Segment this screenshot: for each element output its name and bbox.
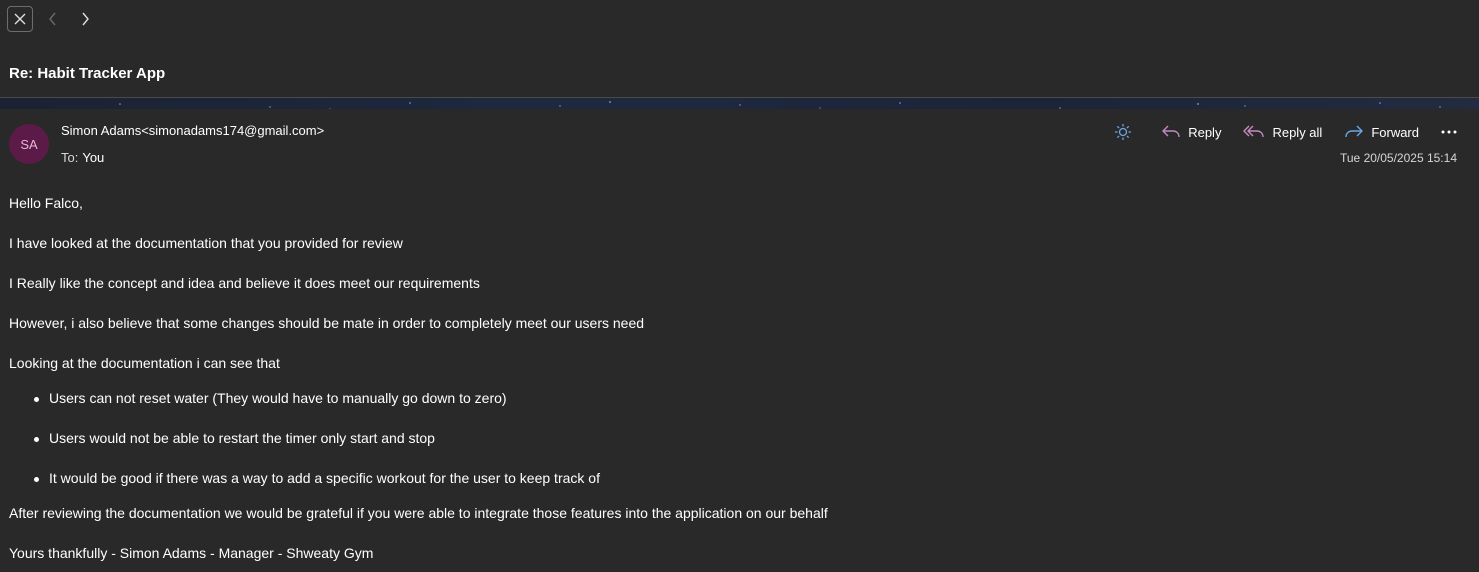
reply-all-label: Reply all [1272,124,1323,140]
forward-button[interactable]: Forward [1344,124,1419,140]
header-banner [0,97,1479,109]
forward-icon [1345,125,1364,138]
more-icon [1441,130,1457,134]
recipient-you[interactable]: You [82,150,104,165]
paragraph-2: I Really like the concept and idea and b… [9,275,480,291]
previous-message-button[interactable] [40,6,66,32]
list-item: It would be good if there was a way to a… [34,470,600,486]
signoff: Yours thankfully - Simon Adams - Manager… [9,545,374,561]
more-actions-button[interactable] [1441,130,1457,134]
to-label: To: [61,150,79,165]
avatar[interactable]: SA [9,124,49,164]
sender-name-email[interactable]: Simon Adams<simonadams174@gmail.com> [61,123,324,138]
reply-button[interactable]: Reply [1161,124,1221,140]
reply-all-button[interactable]: Reply all [1243,124,1322,140]
recipient-line: To: You [61,150,104,165]
email-subject: Re: Habit Tracker App [9,65,166,82]
message-datetime: Tue 20/05/2025 15:14 [1340,151,1457,165]
reading-pane-toolbar [0,0,1479,40]
paragraph-3: However, i also believe that some change… [9,315,645,331]
close-button[interactable] [7,6,33,32]
next-message-button[interactable] [72,6,98,32]
close-icon [14,13,26,25]
paragraph-1: I have looked at the documentation that … [9,235,403,251]
sun-icon [1115,123,1132,141]
message-actions: Reply Reply all Forward [1114,120,1457,144]
theme-toggle-button[interactable] [1114,123,1139,141]
paragraph-5: After reviewing the documentation we wou… [9,505,828,521]
forward-label: Forward [1371,124,1419,140]
reply-label: Reply [1188,124,1222,140]
paragraph-4: Looking at the documentation i can see t… [9,355,280,371]
chevron-left-icon [49,12,56,26]
greeting: Hello Falco, [9,195,83,211]
list-item: Users would not be able to restart the t… [34,430,435,446]
chevron-right-icon [82,12,89,26]
reply-all-icon [1243,125,1265,138]
list-item: Users can not reset water (They would ha… [34,390,507,406]
reply-icon [1162,125,1180,138]
